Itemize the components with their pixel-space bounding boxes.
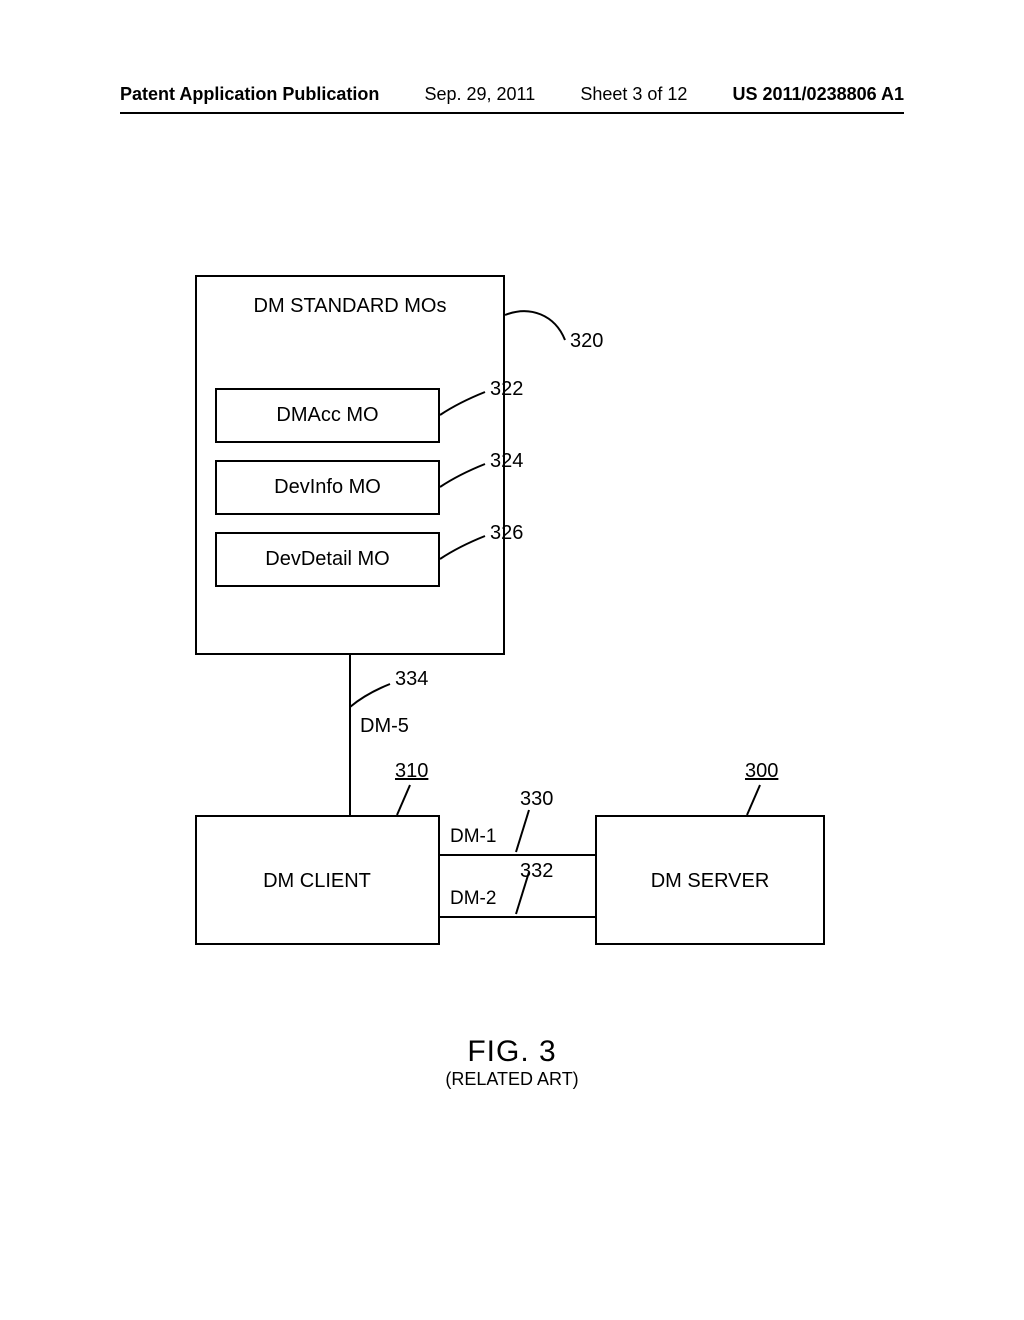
refnum-334: 334 <box>395 668 428 691</box>
refnum-322: 322 <box>490 378 523 401</box>
header-rule <box>120 112 904 114</box>
connector-dm1 <box>440 853 595 857</box>
figure-subtitle: (RELATED ART) <box>445 1069 578 1090</box>
dm-server-label: DM SERVER <box>651 870 770 893</box>
refnum-332: 332 <box>520 860 553 883</box>
refnum-326: 326 <box>490 522 523 545</box>
connector-dm2 <box>440 915 595 919</box>
label-dm1: DM-1 <box>450 826 496 848</box>
connector-dm5 <box>348 655 352 815</box>
mo-box-devdetail: DevDetail MO <box>215 532 440 587</box>
mo-box-dmacc: DMAcc MO <box>215 388 440 443</box>
publication-title: Patent Application Publication <box>120 84 379 105</box>
patent-page: Patent Application Publication Sep. 29, … <box>0 0 1024 1320</box>
refnum-320: 320 <box>570 330 603 353</box>
mo-box-devinfo: DevInfo MO <box>215 460 440 515</box>
label-dm5: DM-5 <box>360 715 409 738</box>
figure-title: FIG. 3 <box>445 1035 578 1069</box>
lead-line-334 <box>350 682 400 712</box>
refnum-330: 330 <box>520 788 553 811</box>
dm-client-label: DM CLIENT <box>263 870 371 893</box>
label-dm2: DM-2 <box>450 888 496 910</box>
refnum-324: 324 <box>490 450 523 473</box>
figure-title-block: FIG. 3 (RELATED ART) <box>445 1035 578 1090</box>
sheet-number: Sheet 3 of 12 <box>580 84 687 105</box>
publication-date: Sep. 29, 2011 <box>424 84 535 105</box>
refnum-310: 310 <box>395 760 428 783</box>
lead-line-330 <box>514 810 544 854</box>
lead-line-310 <box>395 785 425 817</box>
lead-line-300 <box>745 785 775 817</box>
page-header: Patent Application Publication Sep. 29, … <box>0 84 1024 111</box>
mos-container-title: DM STANDARD MOs <box>254 295 447 318</box>
document-number: US 2011/0238806 A1 <box>733 84 904 105</box>
refnum-300: 300 <box>745 760 778 783</box>
